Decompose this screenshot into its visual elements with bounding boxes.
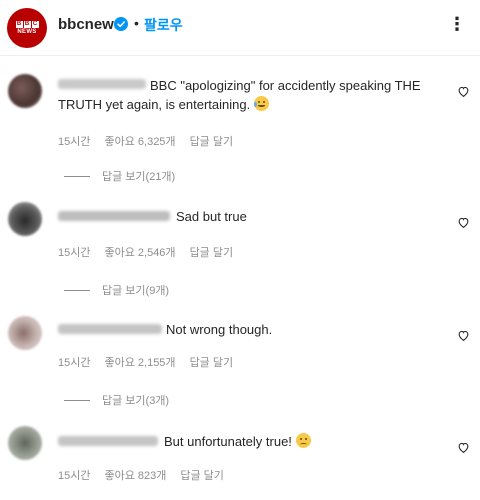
commenter-avatar[interactable] xyxy=(8,426,42,460)
comment-item: Not wrong though. 15시간 좋아요 2,155개 답글 달기 … xyxy=(0,308,480,408)
separator-dot: • xyxy=(134,15,139,31)
like-heart-icon[interactable] xyxy=(457,329,470,342)
logo-news-word: NEWS xyxy=(17,29,37,35)
logo-block-c: C xyxy=(31,21,39,28)
reply-button[interactable]: 답글 달기 xyxy=(190,354,234,370)
commenter-avatar[interactable] xyxy=(8,74,42,108)
bbc-logo: B B C xyxy=(15,21,39,28)
view-replies-button[interactable]: 답글 보기(21개) xyxy=(64,168,175,184)
comment-likes[interactable]: 좋아요 2,155개 xyxy=(104,354,175,370)
view-replies-button[interactable]: 답글 보기(9개) xyxy=(64,282,169,298)
verified-badge-icon xyxy=(114,17,128,31)
view-replies-button[interactable]: 답글 보기(3개) xyxy=(64,392,169,408)
view-replies-label: 답글 보기(3개) xyxy=(102,395,170,407)
comment-meta: 15시간 좋아요 2,155개 답글 달기 xyxy=(58,354,233,370)
comment-item: BBC "apologizing" for accidently speakin… xyxy=(0,70,480,190)
comment-time: 15시간 xyxy=(58,247,91,259)
bbcnews-avatar[interactable]: B B C NEWS xyxy=(7,8,47,48)
like-heart-icon[interactable] xyxy=(457,216,470,229)
comment-likes[interactable]: 좋아요 823개 xyxy=(104,467,166,483)
comment-text: But unfortunately true! xyxy=(58,432,448,451)
replies-divider xyxy=(64,175,90,177)
reply-button[interactable]: 답글 달기 xyxy=(190,244,234,260)
view-replies-label: 답글 보기(9개) xyxy=(102,285,170,297)
comment-likes[interactable]: 좋아요 2,546개 xyxy=(104,244,175,260)
comment-time: 15시간 xyxy=(58,136,91,148)
comment-text: Sad but true xyxy=(176,209,247,224)
comment-text: BBC "apologizing" for accidently speakin… xyxy=(58,78,421,112)
reply-button[interactable]: 답글 달기 xyxy=(190,133,234,149)
comment-item: But unfortunately true! 15시간 좋아요 823개 답글… xyxy=(0,420,480,490)
replies-divider xyxy=(64,289,90,291)
laughing-crying-emoji-icon xyxy=(254,96,270,111)
account-username[interactable]: bbcnews xyxy=(58,16,122,33)
commenter-avatar[interactable] xyxy=(8,316,42,350)
commenter-avatar[interactable] xyxy=(8,202,42,236)
comment-meta: 15시간 좋아요 6,325개 답글 달기 xyxy=(58,133,233,149)
replies-divider xyxy=(64,399,90,401)
more-options-icon[interactable]: ⋮ xyxy=(448,14,467,35)
comment-time: 15시간 xyxy=(58,470,91,482)
like-heart-icon[interactable] xyxy=(457,85,470,98)
logo-block-b1: B xyxy=(15,21,23,28)
sad-face-emoji-icon xyxy=(295,433,311,448)
comment-item: Sad but true 15시간 좋아요 2,546개 답글 달기 답글 보기… xyxy=(0,198,480,298)
comment-text: Not wrong though. xyxy=(166,322,273,337)
comment-meta: 15시간 좋아요 2,546개 답글 달기 xyxy=(58,244,233,260)
comment-meta: 15시간 좋아요 823개 답글 달기 xyxy=(58,467,224,483)
like-heart-icon[interactable] xyxy=(457,441,470,454)
logo-block-b2: B xyxy=(23,21,31,28)
follow-button[interactable]: 팔로우 xyxy=(144,15,183,35)
view-replies-label: 답글 보기(21개) xyxy=(102,171,176,183)
comment-likes[interactable]: 좋아요 6,325개 xyxy=(104,133,175,149)
reply-button[interactable]: 답글 달기 xyxy=(180,467,224,483)
comment-time: 15시간 xyxy=(58,357,91,369)
post-header: B B C NEWS bbcnews • 팔로우 ⋮ xyxy=(0,0,480,56)
